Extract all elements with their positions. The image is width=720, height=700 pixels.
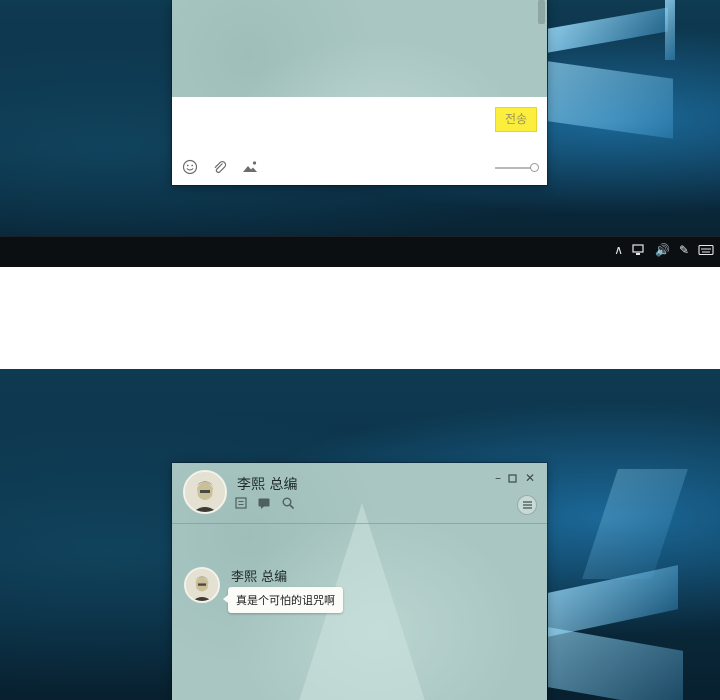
image-icon[interactable] xyxy=(241,158,259,176)
emoji-icon[interactable] xyxy=(181,158,199,176)
message-sender: 李熙 总编 xyxy=(231,570,288,585)
message-scrollbar[interactable] xyxy=(538,0,545,24)
keyboard-icon[interactable] xyxy=(698,244,714,256)
pen-icon[interactable]: ✎ xyxy=(679,243,689,257)
bottom-screenshot-panel: 李熙 总编 – ✕ 李熙 总编 真是个可怕的诅咒啊 xyxy=(0,369,720,700)
chevron-up-icon[interactable]: ∧ xyxy=(614,243,623,257)
avatar[interactable] xyxy=(183,470,227,514)
search-icon[interactable] xyxy=(281,496,295,510)
attachment-icon[interactable] xyxy=(210,158,228,176)
taskbar: ∧ 🔊 ✎ xyxy=(0,236,720,267)
chat-icon[interactable] xyxy=(257,496,271,510)
avatar-portrait xyxy=(186,569,218,601)
chat-header: 李熙 总编 – ✕ xyxy=(172,463,547,523)
minimize-icon[interactable]: – xyxy=(495,471,501,485)
avatar-portrait xyxy=(185,472,225,512)
windows-logo-light xyxy=(665,0,675,60)
message-bubble: 真是个可怕的诅咒啊 xyxy=(223,587,343,613)
menu-button[interactable] xyxy=(517,495,537,515)
volume-icon[interactable]: 🔊 xyxy=(655,243,670,257)
menu-icon xyxy=(522,501,532,509)
slider-knob[interactable] xyxy=(530,163,539,172)
close-icon[interactable]: ✕ xyxy=(525,471,535,485)
volume-slider[interactable] xyxy=(495,163,539,172)
contact-name: 李熙 总编 xyxy=(237,477,298,493)
notes-icon[interactable] xyxy=(234,496,248,510)
system-tray: ∧ 🔊 ✎ xyxy=(614,243,714,257)
message-avatar[interactable] xyxy=(184,567,220,603)
maximize-icon[interactable] xyxy=(508,474,517,483)
message-input-area[interactable]: 전송 xyxy=(172,97,547,185)
send-button[interactable]: 전송 xyxy=(495,107,537,132)
header-divider xyxy=(172,523,547,524)
network-icon[interactable] xyxy=(632,243,646,257)
top-screenshot-panel: 전송 ∧ 🔊 ✎ xyxy=(0,0,720,267)
chat-window-bottom: 전송 xyxy=(172,0,547,185)
chat-window: 李熙 总编 – ✕ 李熙 总编 真是个可怕的诅咒啊 xyxy=(172,463,547,700)
